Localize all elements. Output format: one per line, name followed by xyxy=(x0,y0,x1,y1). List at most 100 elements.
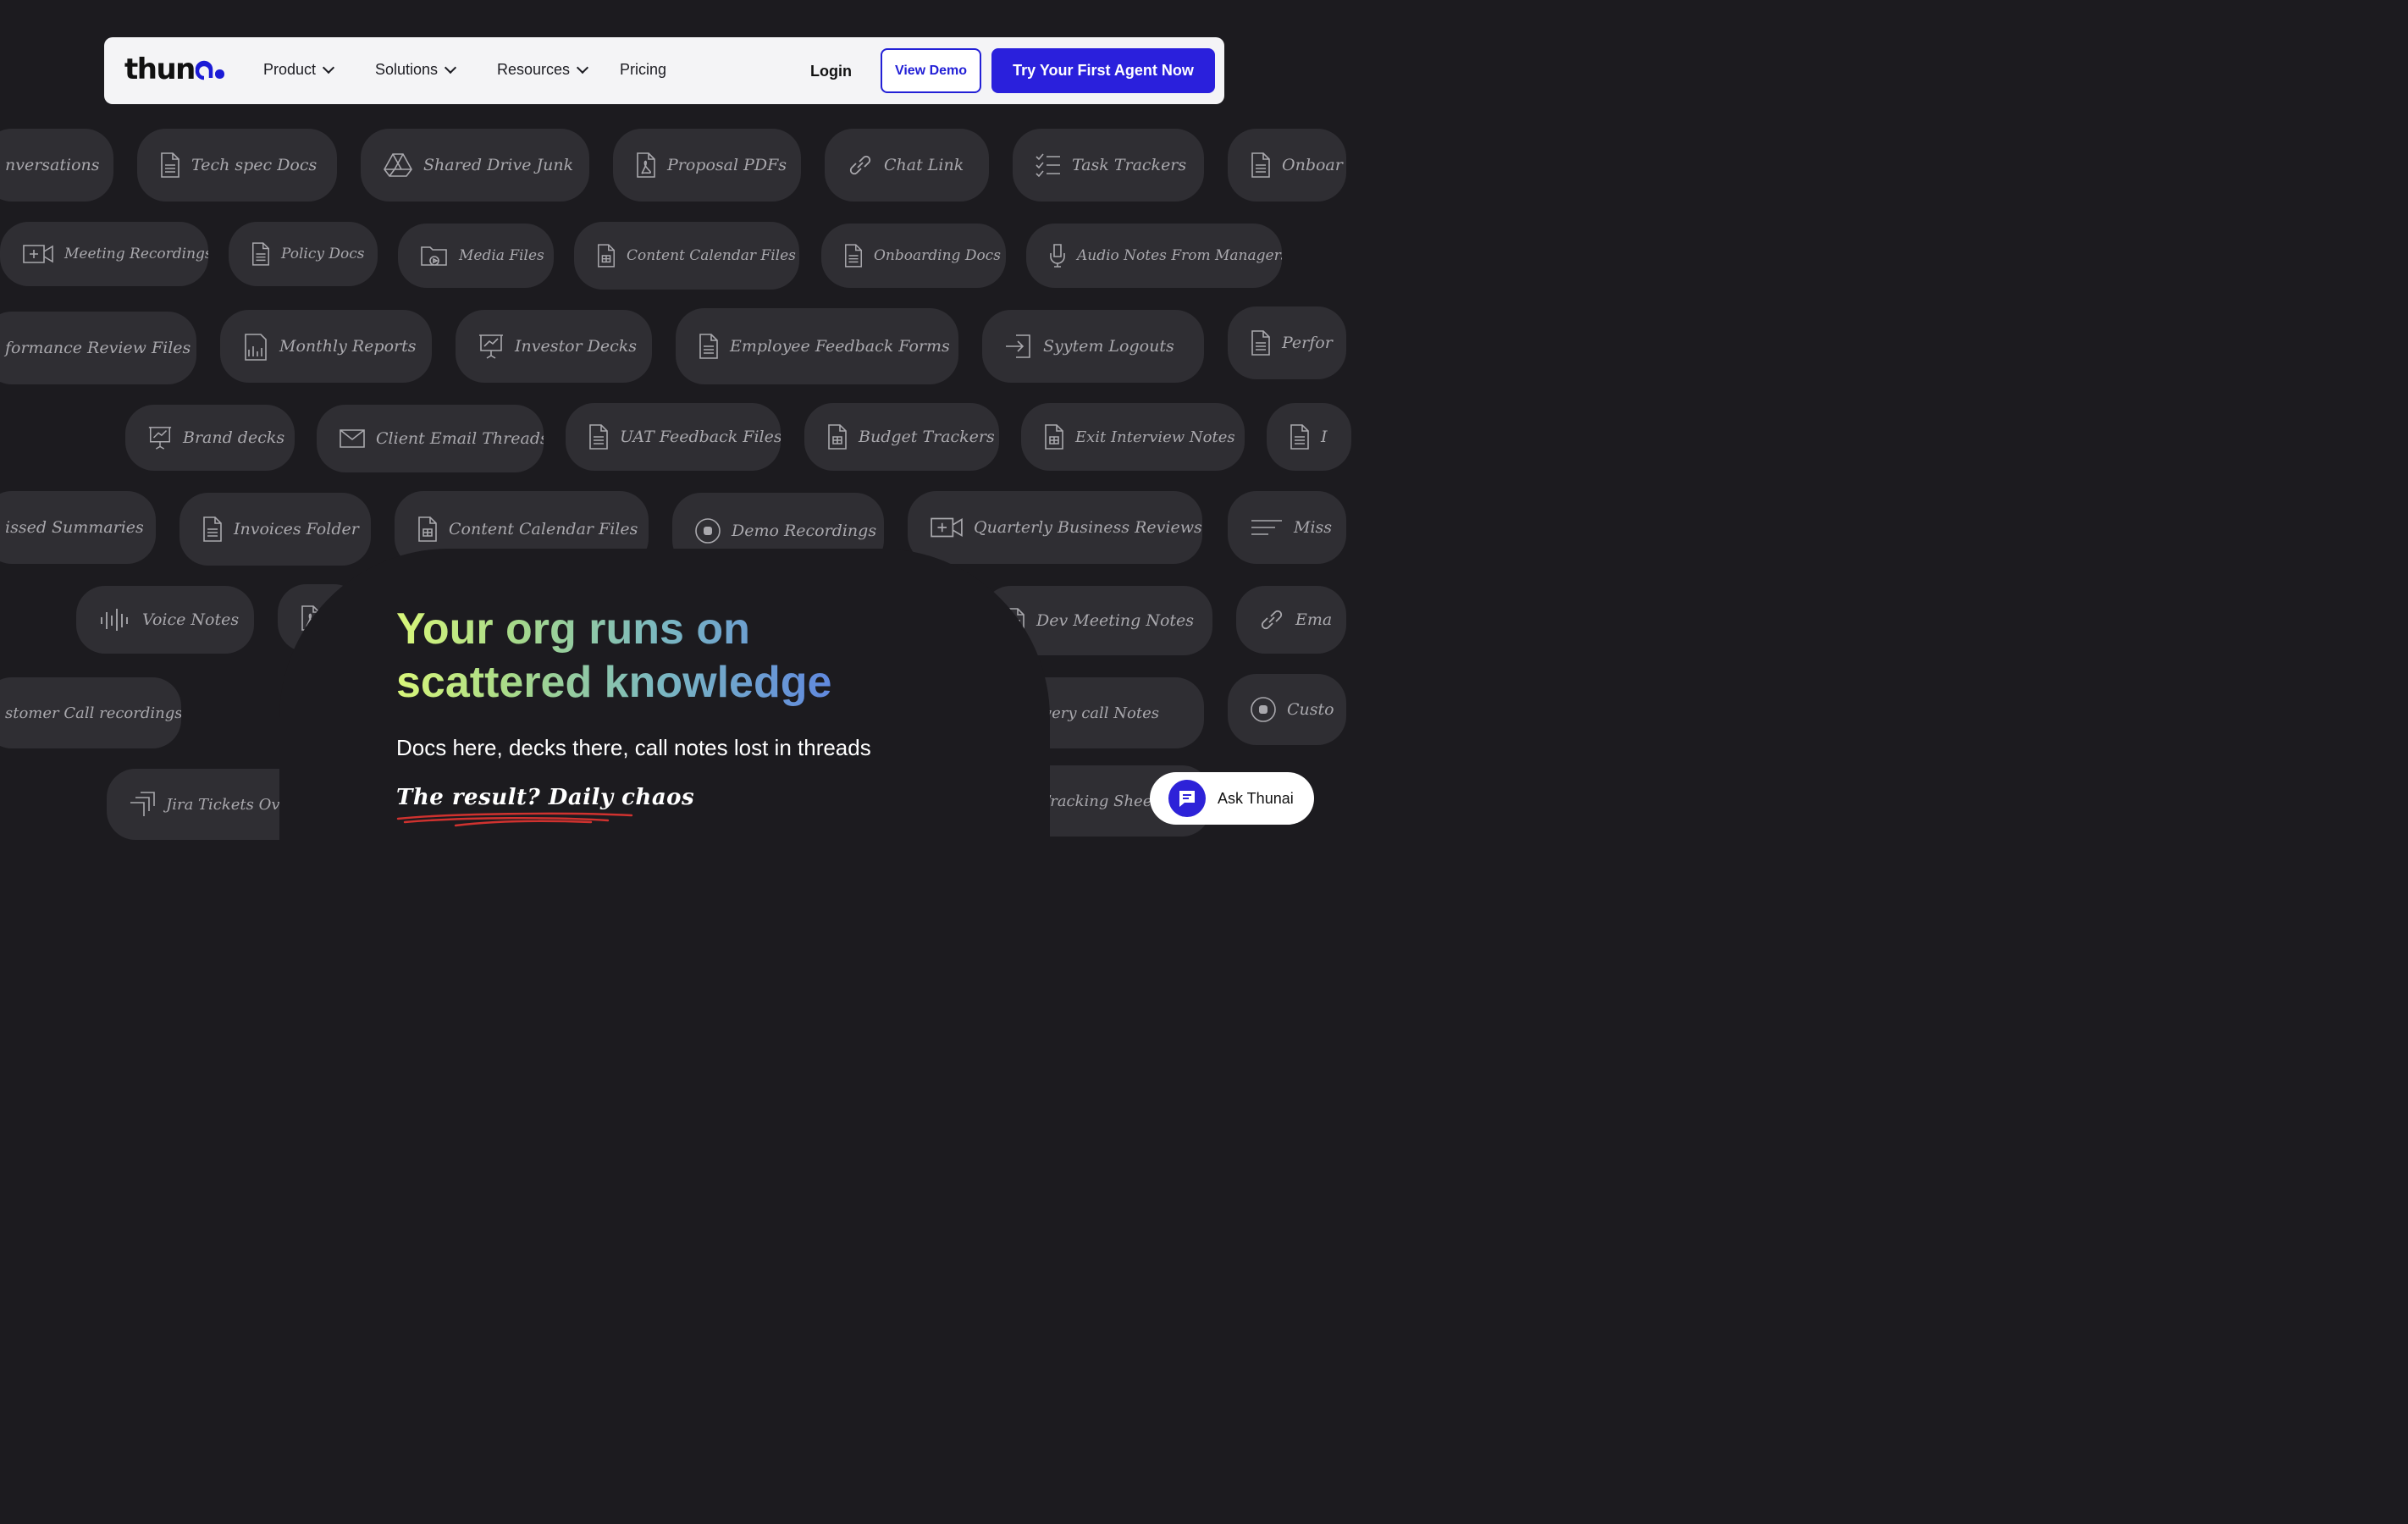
chip-label: Investor Decks xyxy=(515,337,638,356)
chip: Invoices Folder xyxy=(179,493,371,566)
chip-label: Miss xyxy=(1294,518,1333,537)
logo-ai-mark xyxy=(195,60,224,80)
chip-label: Exit Interview Notes xyxy=(1075,428,1235,446)
document-icon xyxy=(1290,424,1309,450)
document-icon xyxy=(589,424,608,450)
chip: Media Files xyxy=(398,224,554,288)
chip-label: Brand decks xyxy=(183,428,285,447)
chip: stomer Call recordings xyxy=(0,677,181,748)
nav-label: Resources xyxy=(497,61,571,78)
chip: nversations xyxy=(0,129,113,202)
chip: Audio Notes From Managers xyxy=(1026,224,1282,288)
chip-label: Quarterly Business Reviews xyxy=(974,518,1202,537)
microphone-icon xyxy=(1050,244,1065,268)
top-navbar: thun Product Solutions Resources Pricing… xyxy=(104,37,1224,104)
nav-label: Pricing xyxy=(620,61,667,78)
chip-label: Content Calendar Files xyxy=(627,247,796,264)
chip-label: Policy Docs xyxy=(281,246,365,262)
result-text: The result? Daily chaos xyxy=(396,785,695,810)
pdf-icon xyxy=(637,152,655,178)
chip-label: Client Email Threads xyxy=(376,429,544,448)
chip: Client Email Threads xyxy=(317,405,544,472)
chip: Exit Interview Notes xyxy=(1021,403,1245,471)
drive-icon xyxy=(384,153,412,177)
lines-icon xyxy=(1251,520,1282,535)
document-icon xyxy=(161,152,179,178)
spreadsheet-icon xyxy=(598,244,615,268)
logo-text: thun xyxy=(124,52,196,86)
logout-icon xyxy=(1006,334,1030,358)
waveform-icon xyxy=(101,609,128,631)
chip: Custo xyxy=(1228,674,1346,745)
chip: issed Summaries xyxy=(0,491,156,564)
chip: formance Review Files xyxy=(0,312,196,384)
chip: I xyxy=(1267,403,1351,471)
document-icon xyxy=(1251,152,1270,178)
chip: Task Trackers xyxy=(1013,129,1204,202)
chip-label: nversations xyxy=(5,156,100,174)
nav-product[interactable]: Product xyxy=(263,61,335,79)
scribble-underline xyxy=(396,812,633,827)
chip-label: Employee Feedback Forms xyxy=(730,337,950,356)
spreadsheet-icon xyxy=(1045,424,1063,450)
chip: Tech spec Docs xyxy=(137,129,337,202)
chip: Proposal PDFs xyxy=(613,129,801,202)
chip-label: Audio Notes From Managers xyxy=(1077,247,1282,264)
spreadsheet-icon xyxy=(828,424,847,450)
chat-icon xyxy=(1168,780,1206,817)
chip-label: Media Files xyxy=(459,247,544,264)
nav-resources[interactable]: Resources xyxy=(497,61,589,79)
view-demo-button[interactable]: View Demo xyxy=(881,48,981,93)
thunai-logo[interactable]: thun xyxy=(124,52,227,86)
chip-label: Ema xyxy=(1295,610,1333,629)
chip-label: Task Trackers xyxy=(1072,156,1187,174)
chip-label: UAT Feedback Files xyxy=(620,428,781,446)
chip-label: issed Summaries xyxy=(5,518,144,537)
headline-line-1: Your org runs on xyxy=(396,605,750,654)
chip: Onboar xyxy=(1228,129,1346,202)
presentation-icon xyxy=(148,427,172,450)
chip: Monthly Reports xyxy=(220,310,432,383)
chip-label: Meeting Recordings xyxy=(64,246,208,262)
nav-solutions[interactable]: Solutions xyxy=(375,61,457,79)
chip: Meeting Recordings xyxy=(0,222,208,286)
chip: Syytem Logouts xyxy=(982,310,1204,383)
chip: Employee Feedback Forms xyxy=(676,308,958,384)
document-icon xyxy=(699,334,718,359)
chip: Perfor xyxy=(1228,306,1346,379)
chip-label: Demo Recordings xyxy=(732,522,877,540)
checklist-icon xyxy=(1036,153,1060,178)
chevron-down-icon xyxy=(444,61,457,75)
spreadsheet-icon xyxy=(418,516,437,542)
chip-label: Shared Drive Junk xyxy=(423,156,574,174)
chip: Quarterly Business Reviews xyxy=(908,491,1202,564)
chip: Policy Docs xyxy=(229,222,378,286)
chip-label: Onboarding Docs xyxy=(874,247,1001,264)
report-icon xyxy=(245,334,267,361)
chip-label: Dev Meeting Notes xyxy=(1036,611,1195,630)
chevron-down-icon xyxy=(322,61,335,75)
presentation-icon xyxy=(479,334,503,359)
nav-label: Solutions xyxy=(375,61,439,78)
chip: Investor Decks xyxy=(456,310,652,383)
ask-thunai-widget[interactable]: Ask Thunai xyxy=(1150,772,1314,825)
chip-label: Tech spec Docs xyxy=(191,156,318,174)
nav-pricing[interactable]: Pricing xyxy=(620,61,666,79)
chip-label: stomer Call recordings xyxy=(5,704,181,722)
chip-label: formance Review Files xyxy=(5,339,191,357)
chip-label: Custo xyxy=(1287,700,1334,719)
record-icon xyxy=(1251,697,1276,722)
document-icon xyxy=(845,244,862,268)
nav-label: Product xyxy=(263,61,317,78)
chip-label: Content Calendar Files xyxy=(449,520,638,538)
link-icon xyxy=(1261,610,1283,630)
ask-label: Ask Thunai xyxy=(1218,789,1294,807)
chip: Miss xyxy=(1228,491,1346,564)
video-icon xyxy=(931,517,963,538)
chip-label: Voice Notes xyxy=(142,610,240,629)
try-agent-button[interactable]: Try Your First Agent Now xyxy=(991,48,1215,93)
login-link[interactable]: Login xyxy=(810,63,852,80)
chip-label: Syytem Logouts xyxy=(1043,337,1174,356)
jira-icon xyxy=(130,792,155,816)
chip-label: Budget Trackers xyxy=(859,428,995,446)
